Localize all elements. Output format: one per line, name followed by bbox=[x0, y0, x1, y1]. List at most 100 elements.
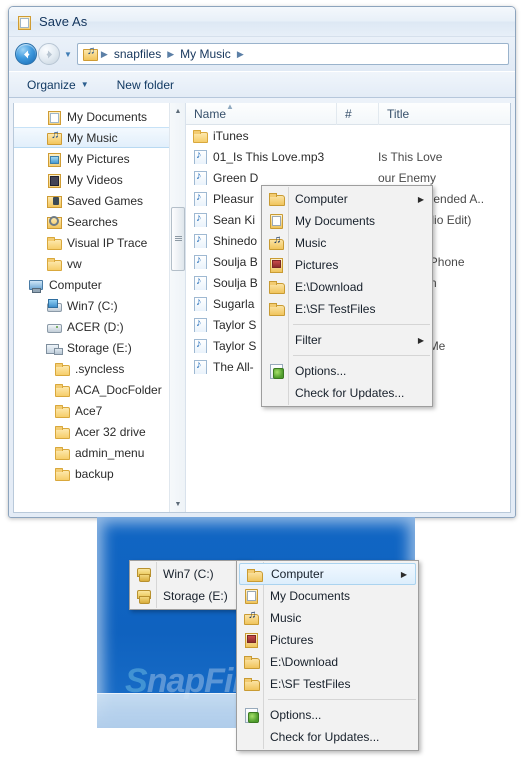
tree-item-acer-32-drive[interactable]: Acer 32 drive bbox=[14, 421, 185, 442]
menu-item-my-documents[interactable]: My Documents bbox=[262, 210, 432, 232]
breadcrumb-item-1[interactable]: My Music bbox=[177, 47, 234, 61]
documents-folder-icon bbox=[46, 110, 62, 125]
screenshot-root: Save As ▼ ▶ snapfiles ▶ My Music ▶ bbox=[0, 0, 524, 776]
menu-item-music[interactable]: Music bbox=[262, 232, 432, 254]
scrollbar-thumb[interactable] bbox=[171, 207, 185, 271]
table-row[interactable]: iTunes bbox=[186, 125, 510, 146]
hard-drive-icon bbox=[46, 320, 62, 334]
back-arrow-icon[interactable] bbox=[15, 43, 37, 65]
menu-item-options[interactable]: Options... bbox=[237, 704, 418, 726]
file-name-cell: Green D bbox=[186, 170, 336, 185]
new-folder-label: New folder bbox=[116, 77, 174, 92]
tree-item-searches[interactable]: Searches bbox=[14, 211, 185, 232]
tree-scrollbar[interactable]: ▲ ▼ bbox=[169, 103, 185, 512]
tree-item-aca-docfolder[interactable]: ACA_DocFolder bbox=[14, 379, 185, 400]
tree-item-label: vw bbox=[67, 256, 82, 271]
menu-item-computer[interactable]: Computer ▶ bbox=[262, 188, 432, 210]
scroll-down-arrow-icon[interactable]: ▼ bbox=[170, 496, 185, 512]
menu-item-music[interactable]: Music bbox=[237, 607, 418, 629]
forward-arrow-icon[interactable] bbox=[38, 43, 60, 65]
new-folder-button[interactable]: New folder bbox=[112, 76, 179, 94]
folder-icon bbox=[268, 280, 285, 294]
folder-tree: My Documents My Music My Pictures My Videos… bbox=[14, 103, 185, 484]
column-header-name[interactable]: Name ▲ bbox=[186, 103, 336, 125]
tree-item-backup[interactable]: backup bbox=[14, 463, 185, 484]
menu-item-check-for-updates[interactable]: Check for Updates... bbox=[237, 726, 418, 748]
menu-item-my-documents[interactable]: My Documents bbox=[237, 585, 418, 607]
games-folder-icon bbox=[46, 194, 62, 208]
address-bar[interactable]: ▶ snapfiles ▶ My Music ▶ bbox=[76, 43, 509, 65]
file-title-cell: Is This Love bbox=[378, 149, 443, 164]
music-file-icon bbox=[192, 212, 208, 227]
tree-item-label: .syncless bbox=[75, 361, 125, 376]
file-name-label: Sugarla bbox=[213, 296, 255, 311]
menu-item-e-download[interactable]: E:\Download bbox=[262, 276, 432, 298]
tree-item-storage-e[interactable]: Storage (E:) bbox=[14, 337, 185, 358]
menu-item-label: Filter bbox=[295, 333, 322, 347]
menu-item-e-download[interactable]: E:\Download bbox=[237, 651, 418, 673]
folder-icon bbox=[54, 362, 70, 376]
menu-item-computer[interactable]: Computer ▶ bbox=[239, 563, 416, 585]
column-header-number[interactable]: # bbox=[336, 103, 378, 125]
scroll-up-arrow-icon[interactable]: ▲ bbox=[170, 103, 185, 119]
menu-item-e-sf-testfiles[interactable]: E:\SF TestFiles bbox=[237, 673, 418, 695]
submenu-arrow-icon: ▶ bbox=[400, 569, 407, 579]
tree-item-admin-menu[interactable]: admin_menu bbox=[14, 442, 185, 463]
tree-item-my-documents[interactable]: My Documents bbox=[14, 106, 185, 127]
music-file-icon bbox=[192, 359, 208, 374]
column-header-title[interactable]: Title bbox=[378, 103, 510, 125]
tree-item-my-pictures[interactable]: My Pictures bbox=[14, 148, 185, 169]
address-music-folder-icon bbox=[82, 45, 98, 61]
menu-separator bbox=[293, 355, 430, 356]
music-file-icon bbox=[192, 170, 208, 185]
sort-ascending-icon: ▲ bbox=[226, 103, 234, 111]
tree-item-vw[interactable]: vw bbox=[14, 253, 185, 274]
file-name-label: Shinedo bbox=[213, 233, 258, 248]
menu-item-label: Check for Updates... bbox=[270, 730, 380, 744]
context-menu[interactable]: Computer ▶ My Documents Music Pictures E:\Dow… bbox=[261, 185, 433, 407]
pictures-icon bbox=[268, 258, 284, 273]
menu-item-storage-e[interactable]: Storage (E:) bbox=[130, 585, 248, 607]
menu-item-pictures[interactable]: Pictures bbox=[262, 254, 432, 276]
menu-item-win7-c[interactable]: Win7 (C:) bbox=[130, 563, 248, 585]
menu-item-label: E:\Download bbox=[295, 280, 364, 294]
tree-item-label: Acer 32 drive bbox=[75, 424, 146, 439]
tree-item-acer-d[interactable]: ACER (D:) bbox=[14, 316, 185, 337]
tree-item-visual-ip-trace[interactable]: Visual IP Trace bbox=[14, 232, 185, 253]
file-name-label: Taylor S bbox=[213, 338, 257, 353]
tree-item-computer[interactable]: Computer bbox=[14, 274, 185, 295]
menu-item-label: E:\SF TestFiles bbox=[295, 302, 376, 316]
tree-item-win7-c[interactable]: Win7 (C:) bbox=[14, 295, 185, 316]
history-chevron-down-icon[interactable]: ▼ bbox=[64, 50, 72, 59]
tree-item-label: ACER (D:) bbox=[67, 319, 124, 334]
menu-item-filter[interactable]: Filter ▶ bbox=[262, 329, 432, 351]
drive-icon bbox=[136, 589, 152, 604]
menu-item-label: Computer bbox=[295, 192, 348, 206]
folder-icon bbox=[243, 655, 260, 669]
menu-item-check-for-updates[interactable]: Check for Updates... bbox=[262, 382, 432, 404]
menu-item-label: Pictures bbox=[295, 258, 339, 272]
menu-item-e-sf-testfiles[interactable]: E:\SF TestFiles bbox=[262, 298, 432, 320]
tree-item-saved-games[interactable]: Saved Games bbox=[14, 190, 185, 211]
music-file-icon bbox=[192, 296, 208, 311]
tree-item-my-music[interactable]: My Music bbox=[14, 127, 185, 148]
organize-button[interactable]: Organize ▼ bbox=[22, 76, 94, 94]
tree-item-label: backup bbox=[75, 466, 114, 481]
menu-item-pictures[interactable]: Pictures bbox=[237, 629, 418, 651]
dialog-titlebar: Save As bbox=[9, 7, 515, 37]
tree-item-syncless[interactable]: .syncless bbox=[14, 358, 185, 379]
organize-label: Organize bbox=[27, 77, 76, 92]
menu-item-options[interactable]: Options... bbox=[262, 360, 432, 382]
folder-icon bbox=[54, 404, 70, 418]
save-as-dialog: Save As ▼ ▶ snapfiles ▶ My Music ▶ bbox=[8, 6, 516, 518]
notepad-icon bbox=[16, 15, 32, 30]
file-name-cell: 01_Is This Love.mp3 bbox=[186, 149, 336, 164]
breadcrumb-item-0[interactable]: snapfiles bbox=[111, 47, 164, 61]
computer-submenu[interactable]: Win7 (C:) Storage (E:) bbox=[129, 560, 249, 610]
tree-item-my-videos[interactable]: My Videos bbox=[14, 169, 185, 190]
submenu-arrow-icon: ▶ bbox=[417, 335, 424, 345]
file-title-cell: our Enemy bbox=[378, 170, 437, 185]
table-row[interactable]: 01_Is This Love.mp3 Is This Love bbox=[186, 146, 510, 167]
panel-context-menu[interactable]: Computer ▶ My Documents Music Pictures E:\Dow… bbox=[236, 560, 419, 751]
tree-item-ace7[interactable]: Ace7 bbox=[14, 400, 185, 421]
